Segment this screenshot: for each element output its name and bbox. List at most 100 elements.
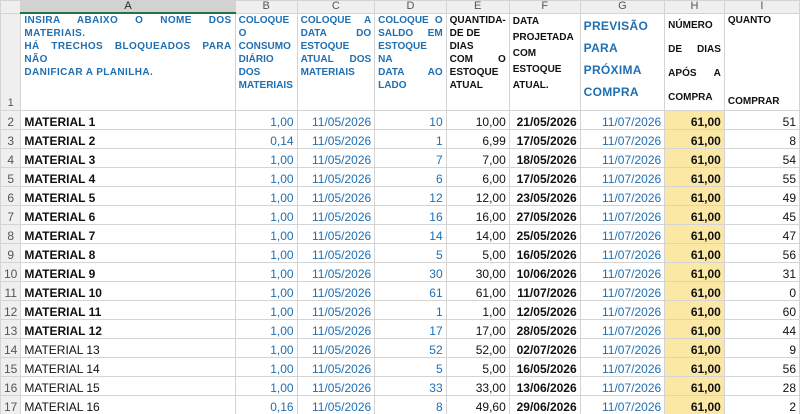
dias-apos-compra-cell[interactable]: 61,00 (664, 204, 725, 225)
data-estoque-cell[interactable]: 11/05/2026 (296, 242, 376, 263)
material-name-cell[interactable]: MATERIAL 4 (20, 166, 236, 187)
quanto-comprar-cell[interactable]: 55 (723, 166, 800, 187)
row-number[interactable]: 17 (0, 394, 22, 414)
consumo-cell[interactable]: 0,16 (234, 394, 298, 414)
quanto-comprar-cell[interactable]: 47 (723, 223, 800, 244)
cell-e1-header[interactable]: QUANTIDA- DE DE DIAS COM O ESTOQUE ATUAL (445, 12, 510, 111)
saldo-cell[interactable]: 5 (374, 356, 447, 377)
data-projetada-cell[interactable]: 17/05/2026 (508, 166, 581, 187)
proxima-compra-cell[interactable]: 11/07/2026 (579, 375, 666, 396)
data-estoque-cell[interactable]: 11/05/2026 (296, 166, 376, 187)
dias-apos-compra-cell[interactable]: 61,00 (664, 394, 725, 414)
proxima-compra-cell[interactable]: 11/07/2026 (579, 261, 666, 282)
material-name-cell[interactable]: MATERIAL 3 (20, 147, 236, 168)
saldo-cell[interactable]: 6 (374, 166, 447, 187)
dias-apos-compra-cell[interactable]: 61,00 (664, 128, 725, 149)
data-projetada-cell[interactable]: 11/07/2026 (508, 280, 581, 301)
proxima-compra-cell[interactable]: 11/07/2026 (579, 337, 666, 358)
row-number[interactable]: 6 (0, 185, 22, 206)
saldo-cell[interactable]: 1 (374, 299, 447, 320)
proxima-compra-cell[interactable]: 11/07/2026 (579, 280, 666, 301)
dias-estoque-cell[interactable]: 12,00 (445, 185, 510, 206)
data-estoque-cell[interactable]: 11/05/2026 (296, 185, 376, 206)
data-estoque-cell[interactable]: 11/05/2026 (296, 109, 376, 130)
dias-apos-compra-cell[interactable]: 61,00 (664, 147, 725, 168)
proxima-compra-cell[interactable]: 11/07/2026 (579, 109, 666, 130)
row-number[interactable]: 3 (0, 128, 22, 149)
row-number[interactable]: 13 (0, 318, 22, 339)
quanto-comprar-cell[interactable]: 44 (723, 318, 800, 339)
cell-d1-header[interactable]: COLOQUE O SALDO EM ESTOQUE NA DATA AO LA… (374, 12, 447, 111)
column-header-i[interactable]: I (723, 0, 800, 14)
row-number[interactable]: 15 (0, 356, 22, 377)
proxima-compra-cell[interactable]: 11/07/2026 (579, 242, 666, 263)
column-header-g[interactable]: G (579, 0, 666, 14)
saldo-cell[interactable]: 10 (374, 109, 447, 130)
consumo-cell[interactable]: 1,00 (234, 204, 298, 225)
row-number[interactable]: 4 (0, 147, 22, 168)
proxima-compra-cell[interactable]: 11/07/2026 (579, 204, 666, 225)
data-estoque-cell[interactable]: 11/05/2026 (296, 394, 376, 414)
dias-apos-compra-cell[interactable]: 61,00 (664, 375, 725, 396)
consumo-cell[interactable]: 1,00 (234, 242, 298, 263)
quanto-comprar-cell[interactable]: 56 (723, 242, 800, 263)
dias-estoque-cell[interactable]: 17,00 (445, 318, 510, 339)
data-estoque-cell[interactable]: 11/05/2026 (296, 337, 376, 358)
quanto-comprar-cell[interactable]: 56 (723, 356, 800, 377)
row-number[interactable]: 12 (0, 299, 22, 320)
row-number[interactable]: 10 (0, 261, 22, 282)
proxima-compra-cell[interactable]: 11/07/2026 (579, 394, 666, 414)
data-estoque-cell[interactable]: 11/05/2026 (296, 299, 376, 320)
data-projetada-cell[interactable]: 28/05/2026 (508, 318, 581, 339)
data-estoque-cell[interactable]: 11/05/2026 (296, 375, 376, 396)
data-projetada-cell[interactable]: 21/05/2026 (508, 109, 581, 130)
quanto-comprar-cell[interactable]: 9 (723, 337, 800, 358)
quanto-comprar-cell[interactable]: 31 (723, 261, 800, 282)
consumo-cell[interactable]: 1,00 (234, 337, 298, 358)
dias-apos-compra-cell[interactable]: 61,00 (664, 109, 725, 130)
proxima-compra-cell[interactable]: 11/07/2026 (579, 223, 666, 244)
consumo-cell[interactable]: 1,00 (234, 185, 298, 206)
data-projetada-cell[interactable]: 16/05/2026 (508, 242, 581, 263)
dias-apos-compra-cell[interactable]: 61,00 (664, 299, 725, 320)
data-estoque-cell[interactable]: 11/05/2026 (296, 318, 376, 339)
material-name-cell[interactable]: MATERIAL 14 (20, 356, 236, 377)
data-estoque-cell[interactable]: 11/05/2026 (296, 261, 376, 282)
data-projetada-cell[interactable]: 27/05/2026 (508, 204, 581, 225)
saldo-cell[interactable]: 1 (374, 128, 447, 149)
dias-estoque-cell[interactable]: 1,00 (445, 299, 510, 320)
dias-apos-compra-cell[interactable]: 61,00 (664, 166, 725, 187)
material-name-cell[interactable]: MATERIAL 9 (20, 261, 236, 282)
material-name-cell[interactable]: MATERIAL 6 (20, 204, 236, 225)
dias-estoque-cell[interactable]: 5,00 (445, 242, 510, 263)
material-name-cell[interactable]: MATERIAL 8 (20, 242, 236, 263)
dias-estoque-cell[interactable]: 33,00 (445, 375, 510, 396)
proxima-compra-cell[interactable]: 11/07/2026 (579, 318, 666, 339)
proxima-compra-cell[interactable]: 11/07/2026 (579, 128, 666, 149)
saldo-cell[interactable]: 61 (374, 280, 447, 301)
dias-apos-compra-cell[interactable]: 61,00 (664, 242, 725, 263)
data-projetada-cell[interactable]: 12/05/2026 (508, 299, 581, 320)
data-projetada-cell[interactable]: 13/06/2026 (508, 375, 581, 396)
column-header-h[interactable]: H (664, 0, 725, 14)
dias-estoque-cell[interactable]: 6,00 (445, 166, 510, 187)
dias-apos-compra-cell[interactable]: 61,00 (664, 223, 725, 244)
data-estoque-cell[interactable]: 11/05/2026 (296, 204, 376, 225)
proxima-compra-cell[interactable]: 11/07/2026 (579, 299, 666, 320)
material-name-cell[interactable]: MATERIAL 13 (20, 337, 236, 358)
dias-estoque-cell[interactable]: 6,99 (445, 128, 510, 149)
material-name-cell[interactable]: MATERIAL 11 (20, 299, 236, 320)
row-number[interactable]: 14 (0, 337, 22, 358)
dias-apos-compra-cell[interactable]: 61,00 (664, 185, 725, 206)
data-projetada-cell[interactable]: 18/05/2026 (508, 147, 581, 168)
saldo-cell[interactable]: 16 (374, 204, 447, 225)
saldo-cell[interactable]: 52 (374, 337, 447, 358)
quanto-comprar-cell[interactable]: 2 (723, 394, 800, 414)
data-estoque-cell[interactable]: 11/05/2026 (296, 128, 376, 149)
column-header-a[interactable]: A (20, 0, 236, 14)
dias-apos-compra-cell[interactable]: 61,00 (664, 261, 725, 282)
select-all-corner[interactable] (0, 0, 22, 14)
data-estoque-cell[interactable]: 11/05/2026 (296, 147, 376, 168)
proxima-compra-cell[interactable]: 11/07/2026 (579, 185, 666, 206)
row-number[interactable]: 7 (0, 204, 22, 225)
